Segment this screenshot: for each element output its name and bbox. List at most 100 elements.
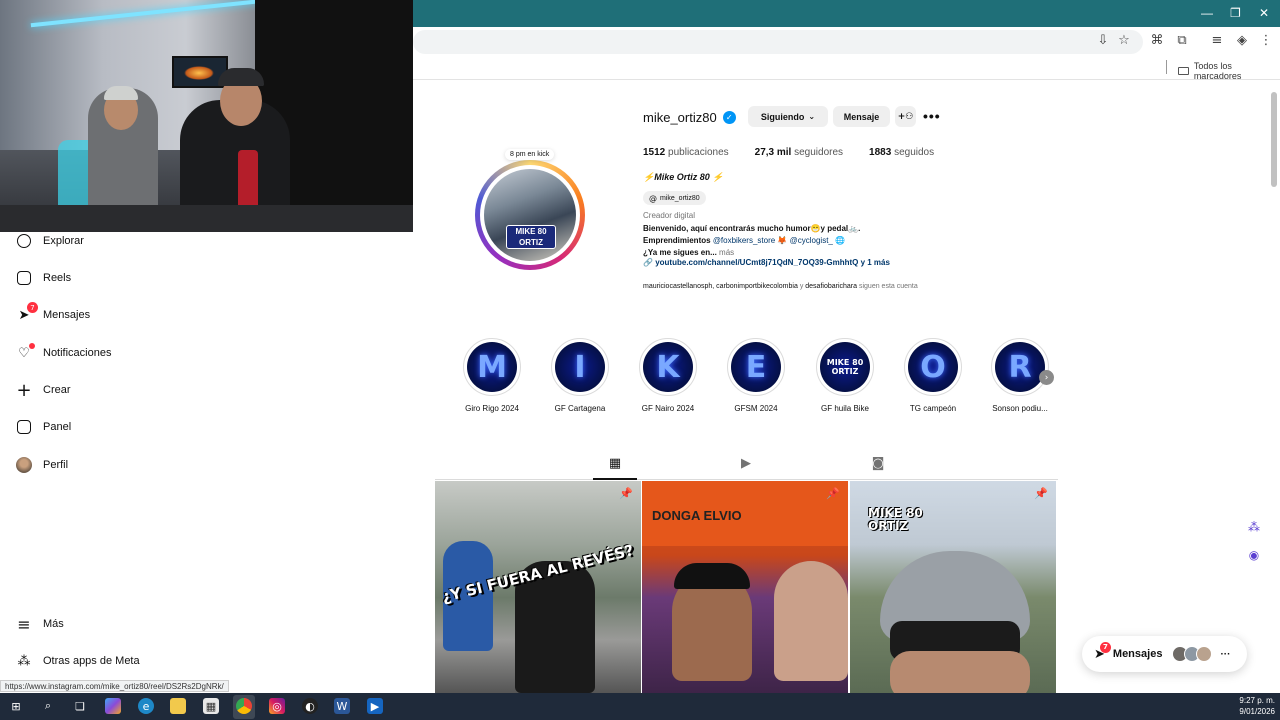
chevron-right-icon[interactable]: › <box>1039 370 1054 385</box>
file-explorer-icon[interactable] <box>170 698 186 714</box>
profile-note[interactable]: 8 pm en kick <box>505 149 555 160</box>
all-bookmarks-folder[interactable]: Todos los marcadores <box>1178 61 1280 81</box>
nav-otras-apps[interactable]: ⁂ Otras apps de Meta <box>16 653 140 669</box>
bio-more-link[interactable]: más <box>719 248 734 257</box>
verified-badge-icon: ✓ <box>722 111 736 124</box>
install-app-icon[interactable]: ⇩ <box>1096 34 1110 48</box>
highlight-cover: M <box>467 342 517 392</box>
nav-label: Reels <box>43 272 72 284</box>
bio-line: Emprendimientos @foxbikers_store 🦊 @cycl… <box>643 235 943 247</box>
post-tile[interactable]: DONGA ELVIO 📌 <box>642 481 848 693</box>
mention-link[interactable]: @cyclogist_ <box>790 236 833 245</box>
profile-bio: Bienvenido, aquí encontrarás mucho humor… <box>643 223 943 259</box>
sidepanel-app-icon[interactable]: ⁂ <box>1246 520 1262 536</box>
media-player-icon[interactable]: ▶ <box>367 698 383 714</box>
close-icon[interactable]: ✕ <box>1259 6 1269 20</box>
post-tile[interactable]: ¿Y SI FUERA AL REVÉS? 📌 <box>435 481 641 693</box>
media-control-icon[interactable]: ≡ <box>1210 34 1224 48</box>
highlight-cover: MIKE 80 ORTIZ <box>820 342 870 392</box>
pin-icon: 📌 <box>1034 487 1048 500</box>
grid-icon[interactable]: ▦ <box>607 456 623 472</box>
kebab-menu-icon[interactable]: ⋮ <box>1259 34 1273 48</box>
followed-by[interactable]: mauriciocastellanosph, carbonimportbikec… <box>643 283 918 290</box>
highlight-label: Sonson podiu... <box>992 404 1048 413</box>
highlight-cover: K <box>643 342 693 392</box>
followed-by-and: y <box>799 283 804 290</box>
nav-panel[interactable]: Panel <box>16 419 71 435</box>
reels-tab-icon[interactable]: ▶ <box>738 456 754 472</box>
active-tab-indicator <box>593 478 637 480</box>
messages-pill[interactable]: ➤ 7 Mensajes ··· <box>1082 636 1247 672</box>
chrome-icon[interactable] <box>236 698 252 714</box>
instagram-icon[interactable]: ◎ <box>269 698 285 714</box>
messenger-icon: ➤ 7 <box>16 302 38 323</box>
reels-icon <box>16 270 32 286</box>
taskbar-clock[interactable]: 9:27 p. m. 9/01/2026 <box>1220 695 1275 717</box>
nav-perfil[interactable]: Perfil <box>16 457 68 473</box>
restore-icon[interactable]: ❐ <box>1230 6 1241 20</box>
following-button-label: Siguiendo <box>760 111 805 122</box>
extension-icon[interactable]: ⌘ <box>1150 34 1164 48</box>
profile-full-name: ⚡Mike Ortiz 80 ⚡ <box>643 172 724 182</box>
puzzle-icon[interactable]: ⧉ <box>1175 34 1189 48</box>
windows-taskbar <box>0 693 1280 720</box>
messenger-icon: ➤ 7 <box>1094 641 1111 662</box>
pin-icon: 📌 <box>826 487 840 500</box>
following-button[interactable]: Siguiendo ⌄ <box>748 106 828 127</box>
nav-mas[interactable]: ≡ Más <box>16 615 64 634</box>
search-icon[interactable]: ⌕ <box>40 698 56 714</box>
nav-label: Explorar <box>43 235 84 247</box>
copilot-icon[interactable] <box>105 698 121 714</box>
clock-date: 9/01/2026 <box>1239 707 1275 716</box>
heart-icon: ♡ <box>16 343 35 361</box>
stat-following[interactable]: 1883 seguidos <box>869 147 934 158</box>
windows-start-icon[interactable]: ⊞ <box>8 698 24 714</box>
profile-category: Creador digital <box>643 211 696 220</box>
threads-badge[interactable]: @ mike_ortiz80 <box>643 191 706 205</box>
status-url: https://www.instagram.com/mike_ortiz80/r… <box>0 680 229 692</box>
profile-picture[interactable]: MIKE 80 ORTIZ <box>484 169 576 261</box>
highlight[interactable]: M Giro Rigo 2024 <box>462 338 522 413</box>
stat-followers[interactable]: 27,3 mil seguidores <box>755 147 843 158</box>
word-icon[interactable]: W <box>334 698 350 714</box>
tagged-icon[interactable]: ◙ <box>870 456 886 472</box>
nav-mensajes[interactable]: ➤ 7 Mensajes <box>16 302 90 323</box>
minimize-icon[interactable]: — <box>1201 6 1213 20</box>
recent-contacts <box>1172 646 1213 662</box>
assistant-icon[interactable]: ◉ <box>1246 548 1262 564</box>
highlight[interactable]: MIKE 80 ORTIZ GF huila Bike <box>815 338 875 413</box>
post-tile[interactable]: MIKE 80 ORTIZ 📌 <box>850 481 1056 693</box>
post-caption: DONGA ELVIO <box>652 508 742 523</box>
mention-link[interactable]: @foxbikers_store <box>713 236 775 245</box>
nav-notificaciones[interactable]: ♡ Notificaciones <box>16 343 111 361</box>
webcam-overlay <box>0 0 413 232</box>
nav-label: Perfil <box>43 459 69 471</box>
compass-icon <box>16 233 32 249</box>
scrollbar[interactable] <box>1271 92 1277 187</box>
highlight[interactable]: K GF Nairo 2024 <box>638 338 698 413</box>
nav-label: Crear <box>43 384 71 396</box>
highlight-label: GF huila Bike <box>820 404 870 413</box>
profile-external-link[interactable]: 🔗 youtube.com/channel/UCmt8j71QdN_7OQ39-… <box>643 258 890 267</box>
highlight[interactable]: O TG campeón <box>903 338 963 413</box>
bookmark-star-icon[interactable]: ☆ <box>1117 34 1131 48</box>
nav-label: Más <box>43 618 64 630</box>
highlight[interactable]: I GF Cartagena <box>550 338 610 413</box>
more-options-icon[interactable]: ••• <box>923 108 941 124</box>
obs-icon[interactable]: ◐ <box>302 698 318 714</box>
message-button[interactable]: Mensaje <box>833 106 890 127</box>
stat-posts[interactable]: 1512 publicaciones <box>643 147 729 158</box>
globe-emoji-icon: 🌐 <box>835 236 846 245</box>
nav-crear[interactable]: + Crear <box>16 380 71 401</box>
highlight[interactable]: E GFSM 2024 <box>726 338 786 413</box>
nav-explorar[interactable]: Explorar <box>16 233 84 249</box>
profile-shield-icon[interactable]: ◈ <box>1235 34 1249 48</box>
task-view-icon[interactable]: ❏ <box>72 698 88 714</box>
store-icon[interactable]: ▦ <box>203 698 219 714</box>
post-caption: MIKE 80 ORTIZ <box>868 506 923 533</box>
address-bar[interactable] <box>413 30 1143 54</box>
nav-reels[interactable]: Reels <box>16 270 71 286</box>
edge-icon[interactable]: e <box>138 698 154 714</box>
add-user-button[interactable]: +⚇ <box>895 106 916 127</box>
meta-apps-icon: ⁂ <box>17 653 31 669</box>
